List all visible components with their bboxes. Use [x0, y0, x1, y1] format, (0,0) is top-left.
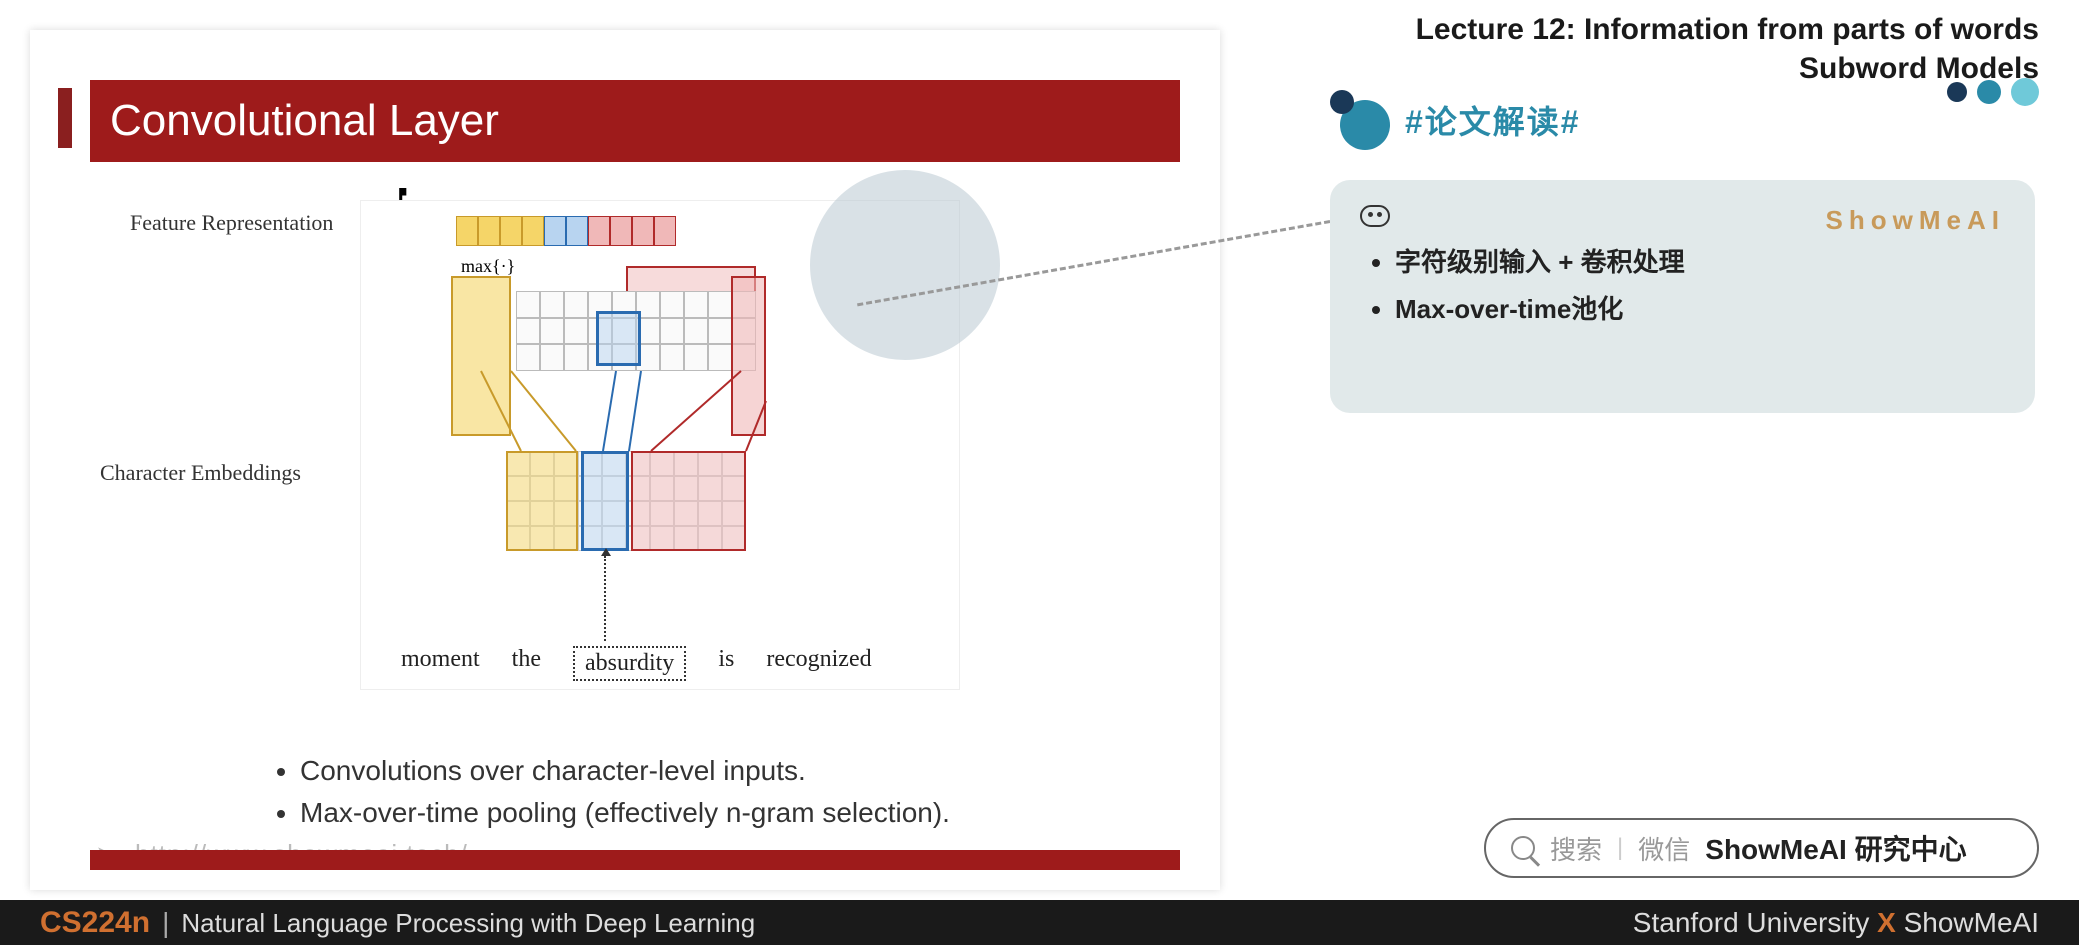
footer-university: Stanford University — [1633, 907, 1870, 938]
divider: | — [1617, 834, 1623, 862]
word-token: moment — [401, 646, 480, 681]
search-pill[interactable]: 搜索 | 微信 ShowMeAI 研究中心 — [1484, 818, 2039, 878]
footer-brand: ShowMeAI — [1904, 907, 2039, 938]
label-feature-representation: Feature Representation — [130, 210, 333, 236]
search-brand: ShowMeAI 研究中心 — [1705, 828, 1966, 868]
footer-x: X — [1877, 907, 1896, 938]
bubble-icon — [1330, 95, 1390, 145]
slide-bullets: Convolutions over character-level inputs… — [270, 750, 950, 834]
search-icon — [1511, 836, 1535, 860]
embed-red — [631, 451, 746, 551]
feature-row — [456, 216, 756, 246]
note-item: Max-over-time池化 — [1395, 286, 2005, 333]
filter-yellow — [451, 276, 511, 436]
lecture-title-line2: Subword Models — [1416, 49, 2039, 88]
lecture-header: Lecture 12: Information from parts of wo… — [1416, 10, 2039, 88]
word-token: is — [718, 646, 734, 681]
word-token-selected: absurdity — [573, 646, 686, 681]
embed-yellow — [506, 451, 578, 551]
section-tag: #论文解读# — [1330, 95, 1581, 145]
dot-icon — [2011, 78, 2039, 106]
dotted-arrow-icon — [604, 556, 606, 641]
footer-right: Stanford University X ShowMeAI — [1633, 907, 2039, 939]
search-wechat-label: 微信 — [1638, 830, 1690, 867]
main-area: Convolutional Layer Feature Representati… — [0, 0, 2079, 900]
search-label: 搜索 — [1550, 830, 1602, 867]
dots-decoration — [1947, 78, 2039, 106]
note-panel: ShowMeAI 字符级别输入 + 卷积处理 Max-over-time池化 — [1330, 180, 2035, 413]
footer-bar: CS224n | Natural Language Processing wit… — [0, 900, 2079, 945]
max-label: max{·} — [461, 256, 515, 277]
slide-bottom-bar — [90, 850, 1180, 870]
filter-red-tall — [731, 276, 766, 436]
word-token: the — [512, 646, 541, 681]
label-character-embeddings: Character Embeddings — [100, 460, 301, 486]
slide-accent-bar — [58, 88, 72, 148]
section-tag-text: #论文解读# — [1405, 97, 1581, 143]
embed-blue — [581, 451, 629, 551]
highlight-circle — [810, 170, 1000, 360]
dot-icon — [1947, 82, 1967, 102]
bullet-item: Max-over-time pooling (effectively n-gra… — [300, 792, 950, 834]
slide-title-bar: Convolutional Layer — [90, 80, 1180, 162]
note-brand: ShowMeAI — [1826, 205, 2005, 236]
footer-separator: | — [162, 907, 169, 939]
slide-container: Convolutional Layer Feature Representati… — [30, 30, 1220, 890]
word-token: recognized — [766, 646, 871, 681]
note-list: 字符级别输入 + 卷积处理 Max-over-time池化 — [1360, 239, 2005, 333]
bullet-item: Convolutions over character-level inputs… — [300, 750, 950, 792]
dot-icon — [1977, 80, 2001, 104]
slide-title: Convolutional Layer — [110, 96, 499, 146]
filter-blue — [596, 311, 641, 366]
footer-left: CS224n | Natural Language Processing wit… — [40, 906, 755, 940]
note-item: 字符级别输入 + 卷积处理 — [1395, 239, 2005, 286]
course-code: CS224n — [40, 906, 150, 940]
lecture-title-line1: Lecture 12: Information from parts of wo… — [1416, 10, 2039, 49]
word-row: moment the absurdity is recognized — [401, 646, 961, 681]
robot-icon — [1360, 205, 1390, 227]
course-title: Natural Language Processing with Deep Le… — [181, 908, 755, 939]
